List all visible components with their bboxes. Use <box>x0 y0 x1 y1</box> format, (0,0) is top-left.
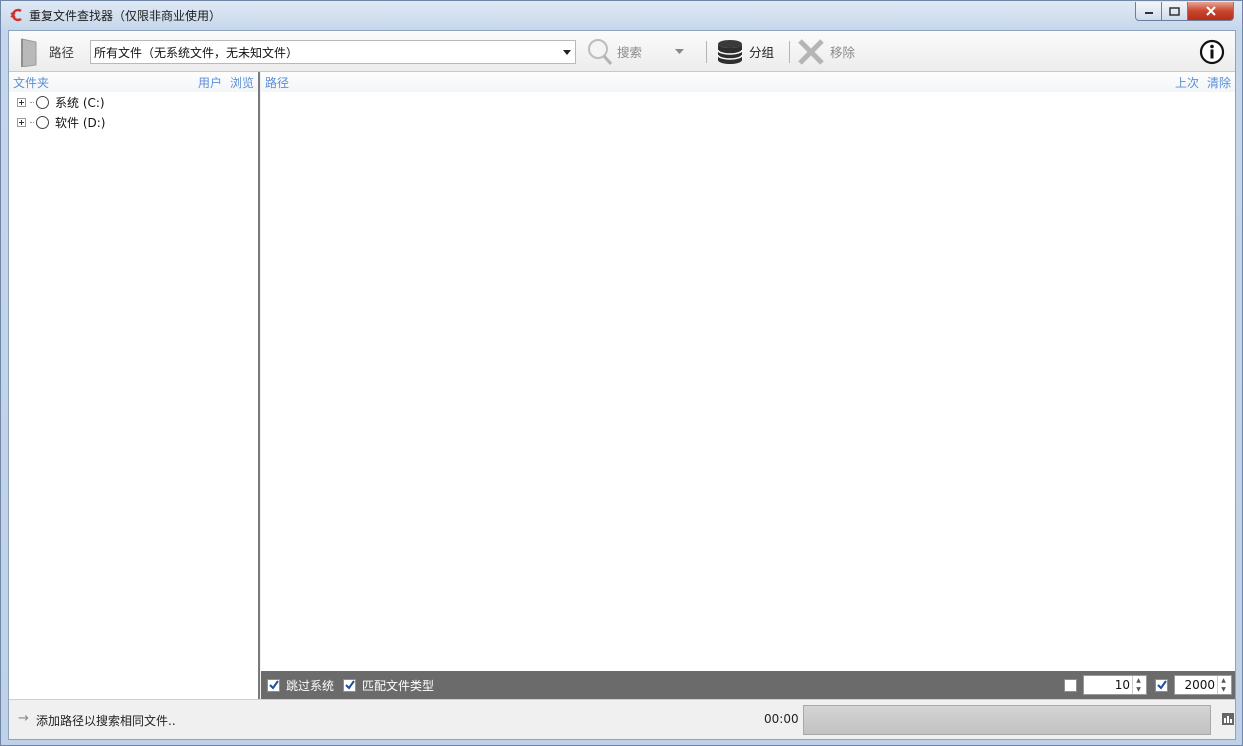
tree-connector <box>30 121 34 123</box>
max-size-value: 2000 <box>1184 678 1215 692</box>
close-button[interactable] <box>1188 2 1234 21</box>
remove-x-icon <box>798 38 824 65</box>
info-icon <box>1199 39 1225 64</box>
group-button[interactable]: 分组 <box>716 31 774 72</box>
spin-up-icon[interactable]: ▲ <box>1133 676 1144 685</box>
toolbar-separator <box>789 41 790 63</box>
minimize-button[interactable] <box>1135 2 1162 21</box>
path-filter-combo[interactable]: 所有文件（无系统文件，无未知文件） <box>90 40 576 64</box>
app-window: 重复文件查找器（仅限非商业使用） 路径 所有文件（无系统文件，无未知文件） 搜索… <box>0 0 1243 746</box>
folder-pane-header: 文件夹 用户 浏览 <box>9 72 258 92</box>
arrow-right-icon: → <box>18 711 29 726</box>
app-logo-icon <box>9 7 25 23</box>
database-icon <box>717 39 743 64</box>
min-size-value: 10 <box>1114 678 1130 692</box>
search-label: 搜索 <box>617 45 643 60</box>
remove-button[interactable]: 移除 <box>797 31 855 72</box>
minimize-icon <box>1144 12 1153 14</box>
search-options-dropdown[interactable] <box>675 31 684 72</box>
tree-item-drive-c[interactable]: 系统 (C:) <box>9 92 258 112</box>
drive-c-label: 系统 (C:) <box>55 95 105 110</box>
status-message: 添加路径以搜索相同文件.. <box>36 714 176 728</box>
max-size-spinner[interactable]: 2000 ▲ ▼ <box>1174 675 1232 695</box>
path-label: 路径 <box>49 45 75 60</box>
elapsed-time: 00:00 <box>764 712 799 726</box>
clear-link[interactable]: 清除 <box>1207 74 1231 91</box>
max-size-checkbox[interactable] <box>1155 678 1168 692</box>
expand-plus-icon[interactable] <box>17 97 26 107</box>
door-icon <box>21 37 37 67</box>
path-header-label: 路径 <box>265 75 290 90</box>
spin-down-icon[interactable]: ▼ <box>1218 685 1229 694</box>
path-pane-header: 路径 上次 清除 <box>261 72 1235 92</box>
checkmark-icon <box>344 680 355 690</box>
match-file-type-label: 匹配文件类型 <box>362 678 435 693</box>
drive-d-radio[interactable] <box>36 115 49 129</box>
title-bar: 重复文件查找器（仅限非商业使用） <box>1 1 1242 29</box>
search-icon <box>588 38 613 65</box>
drive-c-radio[interactable] <box>36 95 49 109</box>
skip-system-label: 跳过系统 <box>286 678 335 693</box>
tree-item-drive-d[interactable]: 软件 (D:) <box>9 112 258 132</box>
drive-d-label: 软件 (D:) <box>55 115 106 130</box>
client-area: 路径 所有文件（无系统文件，无未知文件） 搜索 分组 移除 文件夹 用户 浏览 … <box>8 30 1236 740</box>
path-list-pane[interactable]: 路径 上次 清除 <box>261 72 1235 671</box>
stats-icon[interactable] <box>1222 713 1234 725</box>
maximize-icon <box>1169 6 1180 16</box>
last-search-link[interactable]: 上次 <box>1175 74 1199 91</box>
skip-system-checkbox[interactable] <box>267 678 280 692</box>
chevron-down-icon <box>675 49 684 54</box>
spin-down-icon[interactable]: ▼ <box>1133 685 1144 694</box>
user-link[interactable]: 用户 <box>198 74 222 91</box>
checkmark-icon <box>268 680 279 690</box>
window-title: 重复文件查找器（仅限非商业使用） <box>29 9 222 23</box>
spin-up-icon[interactable]: ▲ <box>1218 676 1229 685</box>
browse-link[interactable]: 浏览 <box>230 74 254 91</box>
options-strip: 跳过系统 匹配文件类型 10 ▲ ▼ 2000 ▲ ▼ <box>261 671 1235 699</box>
path-filter-value: 所有文件（无系统文件，无未知文件） <box>94 45 299 60</box>
toolbar-separator <box>706 41 707 63</box>
path-button[interactable]: 路径 <box>19 31 74 72</box>
about-button[interactable] <box>1199 31 1225 72</box>
search-button[interactable]: 搜索 <box>586 31 642 72</box>
window-controls <box>1135 2 1234 21</box>
match-file-type-checkbox[interactable] <box>343 678 357 692</box>
group-label: 分组 <box>749 45 775 60</box>
status-bar: → 添加路径以搜索相同文件.. 00:00 <box>9 699 1235 739</box>
progress-bar <box>803 705 1211 735</box>
checkmark-icon <box>1156 680 1167 690</box>
min-size-checkbox[interactable] <box>1064 678 1077 692</box>
chevron-down-icon[interactable] <box>559 41 575 63</box>
folder-pane: 文件夹 用户 浏览 系统 (C:) 软件 (D:) <box>9 72 260 699</box>
toolbar: 路径 所有文件（无系统文件，无未知文件） 搜索 分组 移除 <box>9 31 1235 72</box>
expand-plus-icon[interactable] <box>17 117 26 127</box>
min-size-spinner[interactable]: 10 ▲ ▼ <box>1083 675 1147 695</box>
close-icon <box>1205 6 1216 16</box>
remove-label: 移除 <box>830 45 856 60</box>
tree-connector <box>30 101 34 103</box>
folder-header-label: 文件夹 <box>13 75 50 90</box>
maximize-button[interactable] <box>1162 2 1188 21</box>
